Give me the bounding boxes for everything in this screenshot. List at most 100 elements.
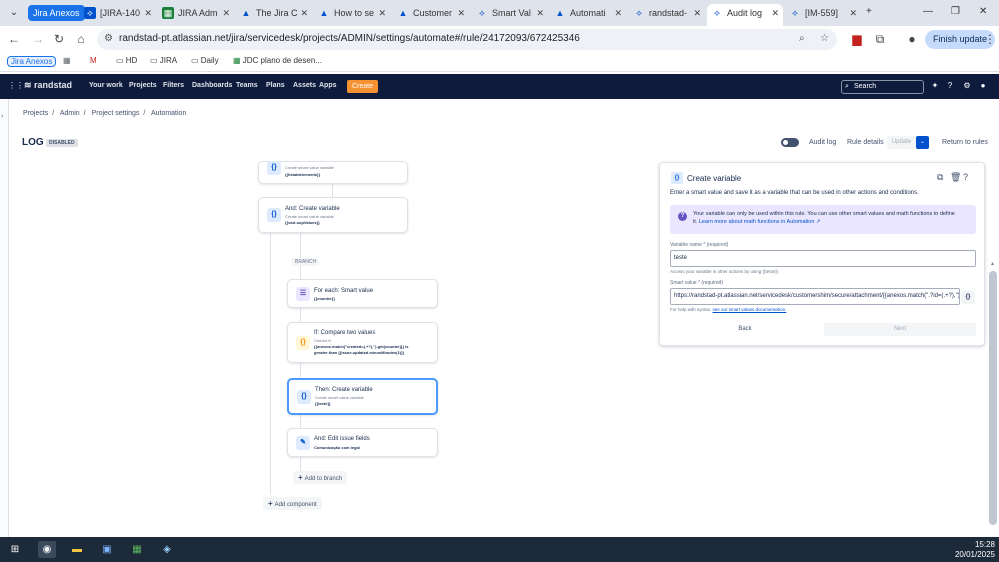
next-button[interactable]: Next bbox=[824, 323, 976, 336]
restore-icon[interactable]: ❐ bbox=[951, 6, 960, 17]
rule-node-selected-create-variable[interactable]: {} Then: Create variable Create smart va… bbox=[287, 378, 438, 415]
rule-node-condition[interactable]: {} If: Compare two values Checks if: {{a… bbox=[287, 322, 438, 363]
extension-icon[interactable]: ▆ bbox=[849, 32, 865, 46]
close-tab-icon[interactable]: ✕ bbox=[536, 4, 544, 22]
close-tab-icon[interactable]: ✕ bbox=[300, 4, 308, 22]
update-dropdown-icon[interactable]: ⌄ bbox=[916, 136, 929, 149]
nav-assets[interactable]: Assets bbox=[293, 82, 316, 89]
page-scrollbar[interactable] bbox=[989, 271, 997, 525]
browser-tab[interactable]: ⟡ Smart Val ✕ bbox=[472, 4, 548, 26]
delete-icon[interactable]: 🗑 bbox=[950, 172, 961, 183]
minimize-icon[interactable]: — bbox=[923, 6, 933, 17]
close-tab-icon[interactable]: ✕ bbox=[771, 4, 779, 22]
profile-avatar-icon[interactable]: ● bbox=[904, 32, 920, 46]
home-icon[interactable]: ⌂ bbox=[73, 32, 89, 46]
variable-name-input[interactable]: teste bbox=[670, 250, 976, 267]
rule-node-create-variable[interactable]: {} And: Create variable Create smart val… bbox=[258, 197, 408, 233]
browser-tab[interactable]: ▲ How to se ✕ bbox=[314, 4, 390, 26]
rule-node-create-variable[interactable]: {} Create smart value variable {{listaId… bbox=[258, 161, 408, 184]
nav-apps[interactable]: Apps bbox=[319, 82, 337, 89]
chrome-icon[interactable]: ◉ bbox=[38, 541, 56, 558]
user-avatar-icon[interactable]: ● bbox=[978, 81, 988, 91]
close-tab-icon[interactable]: ✕ bbox=[378, 4, 386, 22]
scroll-up-icon[interactable]: ▲ bbox=[990, 261, 995, 267]
close-tab-icon[interactable]: ✕ bbox=[693, 4, 701, 22]
close-tab-icon[interactable]: ✕ bbox=[144, 4, 152, 22]
nav-plans[interactable]: Plans bbox=[266, 82, 285, 89]
close-tab-icon[interactable]: ✕ bbox=[457, 4, 465, 22]
notifications-icon[interactable]: ✦ bbox=[930, 81, 940, 91]
browser-tab[interactable]: ▲ Customer ✕ bbox=[393, 4, 469, 26]
app-icon[interactable]: ▣ bbox=[98, 541, 116, 558]
help-icon[interactable]: ? bbox=[945, 81, 955, 91]
forward-icon[interactable]: → bbox=[30, 32, 46, 46]
browser-tab[interactable]: ▲ The Jira C ✕ bbox=[236, 4, 312, 26]
add-component-button[interactable]: + Add component bbox=[263, 497, 322, 510]
smart-value-input[interactable]: https://randstad-pt.atlassian.net/servic… bbox=[670, 288, 960, 305]
tab-group-label[interactable]: Jira Anexos bbox=[28, 5, 85, 21]
apps-grid-icon[interactable]: ▦ bbox=[63, 56, 71, 65]
breadcrumb-admin[interactable]: Admin bbox=[60, 110, 80, 117]
math-functions-link[interactable]: Learn more about math functions in Autom… bbox=[699, 219, 821, 225]
back-button[interactable]: Back bbox=[670, 323, 820, 336]
breadcrumb-projects[interactable]: Projects bbox=[23, 110, 48, 117]
rule-enable-toggle[interactable] bbox=[781, 138, 799, 147]
rule-details-link[interactable]: Rule details bbox=[847, 139, 884, 146]
windows-start-icon[interactable]: ⊞ bbox=[6, 541, 24, 558]
app-icon[interactable]: ◈ bbox=[158, 541, 176, 558]
search-input[interactable]: ⌕ Search bbox=[841, 80, 924, 94]
spreadsheet-icon[interactable]: ▦ bbox=[128, 541, 146, 558]
breadcrumb-automation[interactable]: Automation bbox=[151, 110, 186, 117]
bookmark-jdc[interactable]: ▦ JDC plano de desen... bbox=[233, 56, 322, 65]
rule-node-edit-issue[interactable]: ✎ And: Edit issue fields Comunicação com… bbox=[287, 428, 438, 457]
bookmark-hd[interactable]: ▭ HD bbox=[116, 56, 137, 65]
app-switcher-icon[interactable]: ⋮⋮ bbox=[8, 81, 24, 91]
insert-smart-value-icon[interactable]: {} bbox=[961, 291, 975, 304]
bookmark-daily[interactable]: ▭ Daily bbox=[191, 56, 219, 65]
settings-gear-icon[interactable]: ⚙ bbox=[962, 81, 972, 91]
create-button[interactable]: Create bbox=[347, 80, 379, 93]
url-text[interactable]: randstad-pt.atlassian.net/jira/servicede… bbox=[119, 33, 580, 44]
browser-tab[interactable]: ⟡ [IM-559] ✕ bbox=[785, 4, 861, 26]
copy-icon[interactable]: ⧉ bbox=[937, 172, 943, 183]
nav-dashboards[interactable]: Dashboards bbox=[192, 82, 232, 89]
browser-menu-icon[interactable]: ⋮ bbox=[982, 32, 998, 46]
browser-tab-active[interactable]: ⟡ Audit log ✕ bbox=[707, 4, 783, 26]
close-tab-icon[interactable]: ✕ bbox=[222, 4, 230, 22]
breadcrumb-project-settings[interactable]: Project settings bbox=[92, 110, 140, 117]
update-button[interactable]: Update bbox=[887, 136, 916, 149]
browser-tab[interactable]: ⟡ randstad- ✕ bbox=[629, 4, 705, 26]
file-explorer-icon[interactable]: ▬ bbox=[68, 541, 86, 558]
nav-projects[interactable]: Projects bbox=[129, 82, 157, 89]
site-info-icon[interactable]: ⚙ bbox=[104, 33, 113, 44]
randstad-logo[interactable]: ≋ randstad bbox=[24, 80, 72, 91]
url-bar[interactable]: ⚙ randstad-pt.atlassian.net/jira/service… bbox=[97, 29, 837, 50]
return-to-rules-link[interactable]: Return to rules bbox=[942, 139, 988, 146]
nav-your-work[interactable]: Your work bbox=[89, 82, 123, 89]
browser-tab[interactable]: ▦ JIRA Adm ✕ bbox=[158, 4, 234, 26]
audit-log-link[interactable]: Audit log bbox=[809, 139, 836, 146]
zoom-search-icon[interactable]: ⌕ bbox=[799, 33, 805, 44]
close-tab-icon[interactable]: ✕ bbox=[614, 4, 622, 22]
new-tab-icon[interactable]: + bbox=[866, 6, 872, 17]
rule-node-for-each[interactable]: ☰ For each: Smart value {{counter}} bbox=[287, 279, 438, 308]
bookmark-star-icon[interactable]: ☆ bbox=[820, 33, 829, 44]
smart-values-doc-link[interactable]: see our smart values documentation. bbox=[713, 307, 787, 312]
nav-teams[interactable]: Teams bbox=[236, 82, 258, 89]
expand-sidebar-icon[interactable]: › bbox=[1, 113, 3, 120]
gmail-icon[interactable]: M bbox=[90, 56, 97, 65]
extensions-puzzle-icon[interactable]: ⧉ bbox=[872, 32, 888, 47]
help-circle-icon[interactable]: ? bbox=[963, 172, 968, 182]
bookmark-group[interactable]: Jira Anexos bbox=[7, 56, 57, 67]
tab-search-chevron-icon[interactable]: ⌄ bbox=[6, 6, 22, 20]
browser-tab[interactable]: ▲ Automati ✕ bbox=[550, 4, 626, 26]
bookmark-jira[interactable]: ▭ JIRA bbox=[150, 56, 177, 65]
nav-filters[interactable]: Filters bbox=[163, 82, 184, 89]
reload-icon[interactable]: ↻ bbox=[51, 32, 67, 46]
close-window-icon[interactable]: ✕ bbox=[979, 6, 987, 17]
add-to-branch-button[interactable]: + Add to branch bbox=[293, 471, 348, 484]
close-tab-icon[interactable]: ✕ bbox=[849, 4, 857, 22]
system-clock[interactable]: 15:28 20/01/2025 bbox=[950, 540, 995, 560]
browser-tab[interactable]: ⟡ [JIRA-140 ✕ bbox=[80, 4, 156, 26]
back-icon[interactable]: ← bbox=[6, 32, 22, 46]
